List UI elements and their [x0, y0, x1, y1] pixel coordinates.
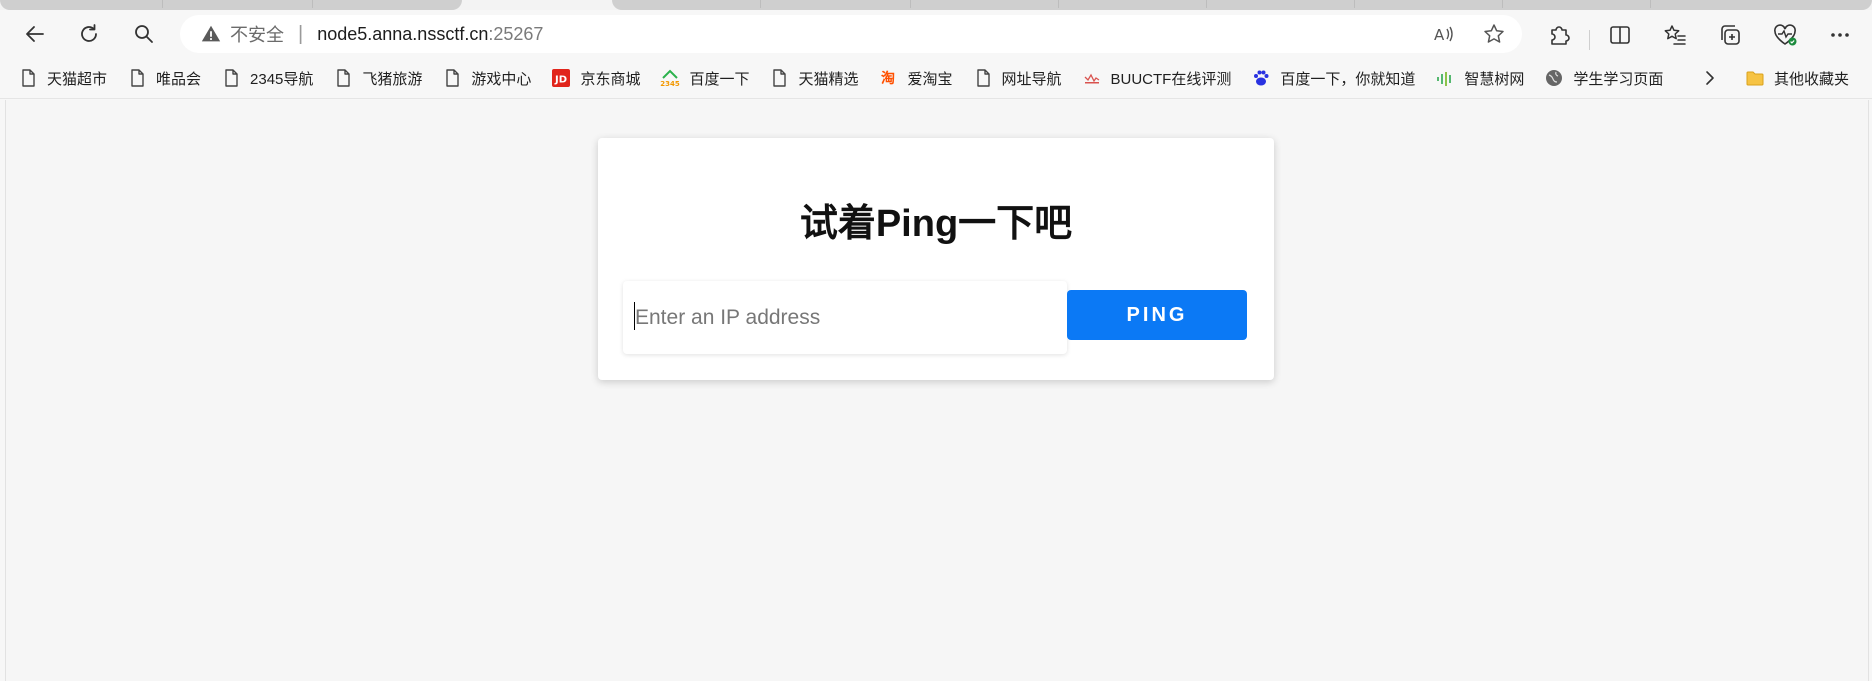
bookmark-label: 天猫超市 — [47, 70, 108, 88]
settings-menu-button[interactable] — [1827, 22, 1853, 48]
bookmark-2345-nav[interactable]: 2345导航 — [211, 62, 323, 94]
bookmark-label: BUUCTF在线评测 — [1110, 70, 1232, 88]
favorites-button[interactable] — [1662, 22, 1688, 48]
bookmark-buuctf[interactable]: BUUCTF在线评测 — [1072, 62, 1242, 94]
warning-icon[interactable] — [200, 23, 222, 45]
security-label[interactable]: 不安全 — [230, 21, 284, 47]
refresh-button[interactable] — [69, 16, 109, 52]
tab-separator — [312, 0, 313, 8]
tab-separator — [1206, 0, 1207, 8]
chevron-right-icon — [1706, 71, 1714, 85]
page-icon — [127, 68, 147, 88]
page-icon — [18, 68, 38, 88]
url-host[interactable]: node5.anna.nssctf.cn — [317, 24, 488, 45]
bookmark-label: 唯品会 — [156, 70, 202, 88]
buuctf-logo-icon — [1082, 68, 1102, 88]
bookmark-tmall-select[interactable]: 天猫精选 — [759, 62, 868, 94]
tab-strip — [0, 0, 1872, 10]
tab-separator — [1058, 0, 1059, 8]
bookmark-url-nav[interactable]: 网址导航 — [963, 62, 1072, 94]
ip-address-input[interactable] — [623, 281, 1067, 354]
bookmark-label: 爱淘宝 — [907, 70, 953, 88]
globe-icon — [1544, 68, 1564, 88]
bookmark-label: 2345导航 — [250, 70, 314, 88]
more-dots-icon — [1831, 33, 1849, 37]
page-title: 试着Ping一下吧 — [799, 203, 1073, 245]
bookmark-label: 京东商城 — [580, 70, 641, 88]
taobao-logo-icon: 淘 — [878, 68, 898, 88]
text-caret — [634, 302, 635, 330]
2345-logo-icon: 2345 — [660, 68, 680, 88]
bookmark-vip[interactable]: 唯品会 — [117, 62, 211, 94]
toolbar-divider — [1589, 30, 1590, 50]
extensions-button[interactable] — [1546, 22, 1572, 48]
bookmark-game-center[interactable]: 游戏中心 — [432, 62, 541, 94]
browser-toolbar: 不安全 | node5.anna.nssctf.cn:25267 A — [0, 10, 1872, 58]
tab-separator — [760, 0, 761, 8]
address-separator: | — [298, 22, 304, 45]
bookmark-ai-taobao[interactable]: 淘 爱淘宝 — [868, 62, 962, 94]
bookmark-tmall-market[interactable]: 天猫超市 — [8, 62, 117, 94]
arrow-left-icon — [26, 26, 44, 42]
page-icon — [769, 68, 789, 88]
bookmark-student-study[interactable]: 学生学习页面 — [1534, 62, 1673, 94]
baidu-paw-icon — [1251, 68, 1271, 88]
page-icon — [333, 68, 353, 88]
tab-separator — [1354, 0, 1355, 8]
heart-pulse-icon — [1774, 24, 1797, 46]
svg-text:2345: 2345 — [661, 80, 681, 88]
bookmarks-bar: 天猫超市 唯品会 2345导航 飞猪旅游 游戏中心 JD 京东商城 2345 百… — [0, 58, 1872, 99]
bookmark-baidu[interactable]: 百度一下，你就知道 — [1241, 62, 1425, 94]
page-icon — [442, 68, 462, 88]
page-icon — [221, 68, 241, 88]
url-port[interactable]: :25267 — [488, 24, 543, 45]
svg-text:JD: JD — [554, 75, 567, 86]
svg-text:淘: 淘 — [881, 70, 895, 87]
tab-separator — [910, 0, 911, 8]
bookmark-label: 天猫精选 — [798, 70, 859, 88]
back-button[interactable] — [15, 16, 55, 52]
bookmark-label: 网址导航 — [1001, 70, 1062, 88]
zhihuishu-logo-icon — [1435, 68, 1455, 88]
search-icon — [135, 25, 153, 43]
refresh-icon — [81, 24, 97, 42]
tab-separator — [1502, 0, 1503, 8]
ping-button[interactable]: PING — [1067, 290, 1247, 340]
bookmark-jd[interactable]: JD 京东商城 — [541, 62, 650, 94]
favorite-star-icon[interactable] — [1482, 22, 1506, 46]
ping-card: 试着Ping一下吧 PING — [598, 138, 1274, 380]
bookmark-label: 游戏中心 — [471, 70, 532, 88]
jd-logo-icon: JD — [551, 68, 571, 88]
collections-icon — [1721, 25, 1740, 45]
address-bar[interactable]: 不安全 | node5.anna.nssctf.cn:25267 A — [180, 15, 1522, 53]
active-tab[interactable] — [0, 0, 462, 10]
favorites-list-icon — [1664, 25, 1686, 45]
browser-essentials-button[interactable] — [1772, 22, 1798, 48]
bookmark-label: 学生学习页面 — [1573, 70, 1664, 88]
tab-separator — [162, 0, 163, 8]
bookmark-zhihuishu[interactable]: 智慧树网 — [1425, 62, 1534, 94]
other-favorites-folder[interactable]: 其他收藏夹 — [1735, 62, 1859, 94]
bookmarks-overflow-button[interactable] — [1696, 64, 1724, 92]
split-screen-icon — [1610, 26, 1630, 44]
bookmark-label: 百度一下 — [689, 70, 750, 88]
page-icon — [973, 68, 993, 88]
puzzle-icon — [1551, 26, 1570, 45]
bookmark-label: 飞猪旅游 — [362, 70, 423, 88]
split-screen-button[interactable] — [1607, 22, 1633, 48]
tab-separator — [1650, 0, 1651, 8]
svg-text:A: A — [1434, 26, 1445, 44]
folder-icon — [1745, 68, 1765, 88]
search-button[interactable] — [124, 16, 164, 52]
bookmark-fliggy[interactable]: 飞猪旅游 — [323, 62, 432, 94]
read-aloud-icon[interactable]: A — [1432, 22, 1456, 46]
bookmark-label: 智慧树网 — [1464, 70, 1525, 88]
inactive-tabs[interactable] — [612, 0, 1872, 10]
collections-button[interactable] — [1717, 22, 1743, 48]
other-favorites-label: 其他收藏夹 — [1774, 70, 1850, 88]
bookmark-label: 百度一下，你就知道 — [1280, 70, 1416, 88]
bookmark-baidu-2345[interactable]: 2345 百度一下 — [650, 62, 759, 94]
